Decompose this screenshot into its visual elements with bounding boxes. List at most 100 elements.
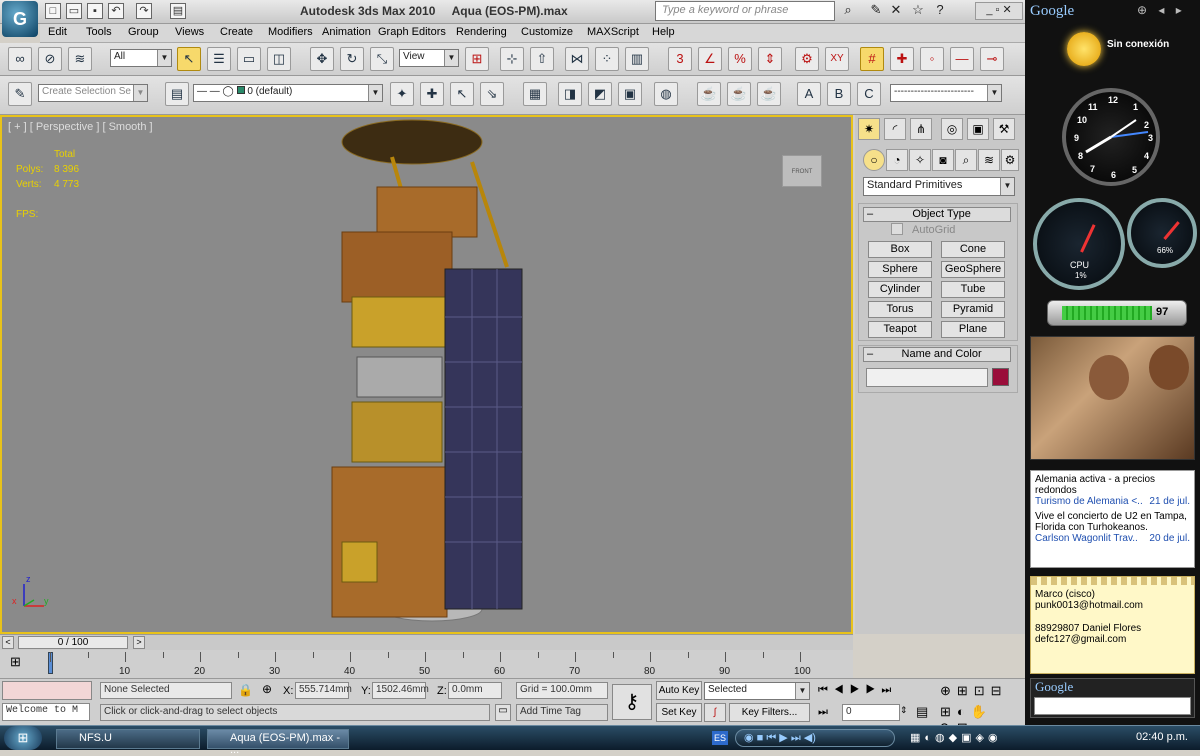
auto-key-button[interactable]: Auto Key	[656, 681, 702, 700]
set-current-layer-icon[interactable]: ⇘	[480, 82, 504, 106]
rectangular-region-icon[interactable]: ▭	[237, 47, 261, 71]
render-production-icon[interactable]: ☕	[697, 82, 721, 106]
time-slider-next-button[interactable]: >	[133, 636, 145, 649]
time-slider-thumb[interactable]: 0 / 100	[18, 636, 128, 649]
link-icon[interactable]: ∞	[8, 47, 32, 71]
select-manipulate-icon[interactable]: ⊹	[500, 47, 524, 71]
news-title[interactable]: Vive el concierto de U2 en Tampa, Florid…	[1035, 511, 1190, 533]
redo-icon[interactable]: ↷	[136, 3, 152, 19]
viewcube[interactable]: FRONT	[782, 155, 822, 187]
window-controls[interactable]: _ ▫ ✕	[975, 2, 1023, 20]
menu-group[interactable]: Group	[128, 26, 159, 38]
lock-selection-icon[interactable]: 🔒	[238, 683, 253, 697]
material-editor-icon[interactable]: ◩	[588, 82, 612, 106]
x-coordinate[interactable]: 555.714mm	[295, 682, 352, 699]
sphere-button[interactable]: Sphere	[868, 261, 932, 278]
select-in-layer-icon[interactable]: ↖	[450, 82, 474, 106]
create-layer-icon[interactable]: ✦	[390, 82, 414, 106]
mirror-icon[interactable]: ⋈	[565, 47, 589, 71]
named-selection-icon[interactable]: ✎	[8, 82, 32, 106]
google-search-input[interactable]	[1034, 697, 1191, 715]
lights-icon[interactable]: ✧	[909, 149, 931, 171]
taskbar-item-nfsu[interactable]: NFS.U	[56, 729, 200, 749]
save-icon[interactable]: ▪	[87, 3, 103, 19]
time-config-icon[interactable]: ▤	[916, 704, 928, 720]
menu-rendering[interactable]: Rendering	[456, 26, 507, 38]
render-preset-a-icon[interactable]: A	[797, 82, 821, 106]
news-item-1[interactable]: Alemania activa - a precios redondos Tur…	[1035, 474, 1190, 507]
torus-button[interactable]: Torus	[868, 301, 932, 318]
midpoint-snap-icon[interactable]: ⊸	[980, 47, 1004, 71]
unlink-icon[interactable]: ⊘	[38, 47, 62, 71]
plane-button[interactable]: Plane	[941, 321, 1005, 338]
systems-icon[interactable]: ⚙	[1001, 149, 1019, 171]
geometry-icon[interactable]: ○	[863, 149, 885, 171]
vertex-snap-icon[interactable]: ✚	[890, 47, 914, 71]
render-preset-dropdown[interactable]: ------------------------ ▼	[890, 84, 1002, 102]
named-selection-input[interactable]: Create Selection Se ▼	[38, 84, 148, 102]
edge-snap-icon[interactable]: —	[950, 47, 974, 71]
news-title[interactable]: Alemania activa - a precios redondos	[1035, 474, 1190, 496]
menu-maxscript[interactable]: MAXScript	[587, 26, 639, 38]
menu-tools[interactable]: Tools	[86, 26, 112, 38]
move-icon[interactable]: ✥	[310, 47, 334, 71]
schematic-view-icon[interactable]: ◨	[558, 82, 582, 106]
pivot-center-icon[interactable]: ⊞	[465, 47, 489, 71]
window-crossing-icon[interactable]: ◫	[267, 47, 291, 71]
key-mode-toggle-icon[interactable]: ⏭	[818, 706, 828, 719]
open-file-icon[interactable]: ▭	[66, 3, 82, 19]
time-slider-prev-button[interactable]: <	[2, 636, 14, 649]
add-to-layer-icon[interactable]: ✚	[420, 82, 444, 106]
news-item-2[interactable]: Vive el concierto de U2 en Tampa, Florid…	[1035, 511, 1190, 544]
cylinder-button[interactable]: Cylinder	[868, 281, 932, 298]
object-color-swatch[interactable]	[992, 368, 1009, 386]
geosphere-button[interactable]: GeoSphere	[941, 261, 1005, 278]
keyboard-shortcut-override-icon[interactable]: ⇧	[530, 47, 554, 71]
scale-icon[interactable]: ⤡	[370, 47, 394, 71]
create-tab-icon[interactable]: ✷	[858, 118, 880, 140]
space-warps-icon[interactable]: ≋	[978, 149, 1000, 171]
favorites-star-icon[interactable]: ☆	[910, 2, 926, 20]
time-slider[interactable]: < 0 / 100 >	[0, 634, 853, 650]
z-coordinate[interactable]: 0.0mm	[448, 682, 502, 699]
percent-snap-icon[interactable]: %	[728, 47, 752, 71]
autogrid-checkbox[interactable]	[891, 223, 903, 235]
menu-customize[interactable]: Customize	[521, 26, 573, 38]
memory-gauge[interactable]: 66%	[1127, 198, 1197, 268]
object-type-header[interactable]: – Object Type	[863, 207, 1011, 222]
layer-dropdown[interactable]: — — ◯ 0 (default) ▼	[193, 84, 383, 102]
box-button[interactable]: Box	[868, 241, 932, 258]
render-setup-icon[interactable]: ▣	[618, 82, 642, 106]
curve-editor-icon[interactable]: ▦	[523, 82, 547, 106]
set-key-mode-icon[interactable]: ⚷	[612, 684, 652, 720]
key-tangent-icon[interactable]: ∫	[704, 703, 726, 722]
rotate-icon[interactable]: ↻	[340, 47, 364, 71]
project-folder-icon[interactable]: ▤	[170, 3, 186, 19]
render-preset-b-icon[interactable]: B	[827, 82, 851, 106]
modify-tab-icon[interactable]: ◜	[884, 118, 906, 140]
menu-graph-editors[interactable]: Graph Editors	[378, 26, 446, 38]
menu-views[interactable]: Views	[175, 26, 204, 38]
category-dropdown[interactable]: Standard Primitives ▼	[863, 177, 1015, 196]
render-frame-icon[interactable]: ◍	[654, 82, 678, 106]
menu-animation[interactable]: Animation	[322, 26, 371, 38]
frame-spinner[interactable]: ⇕	[900, 705, 908, 716]
maxscript-mini-listener[interactable]	[2, 681, 92, 700]
shapes-icon[interactable]: ◔	[886, 149, 908, 171]
object-name-input[interactable]	[866, 368, 988, 387]
satellite-model[interactable]	[322, 117, 542, 627]
cpu-gauge[interactable]: CPU 1%	[1033, 198, 1125, 290]
tools-icon[interactable]: ✎	[868, 2, 884, 20]
battery-meter[interactable]: 97	[1047, 300, 1187, 326]
pyramid-button[interactable]: Pyramid	[941, 301, 1005, 318]
menu-edit[interactable]: Edit	[48, 26, 67, 38]
help-icon[interactable]: ?	[932, 2, 948, 20]
spinner-snap-icon[interactable]: ⇕	[758, 47, 782, 71]
hierarchy-tab-icon[interactable]: ⋔	[910, 118, 932, 140]
communication-icon[interactable]: ✕	[888, 2, 904, 20]
set-key-button[interactable]: Set Key	[656, 703, 702, 722]
align-icon[interactable]: ⁘	[595, 47, 619, 71]
key-mode-dropdown[interactable]: Selected ▼	[704, 682, 810, 700]
endpoint-snap-icon[interactable]: ◦	[920, 47, 944, 71]
perspective-viewport[interactable]: [ + ] [ Perspective ] [ Smooth ] Total P…	[0, 115, 853, 634]
